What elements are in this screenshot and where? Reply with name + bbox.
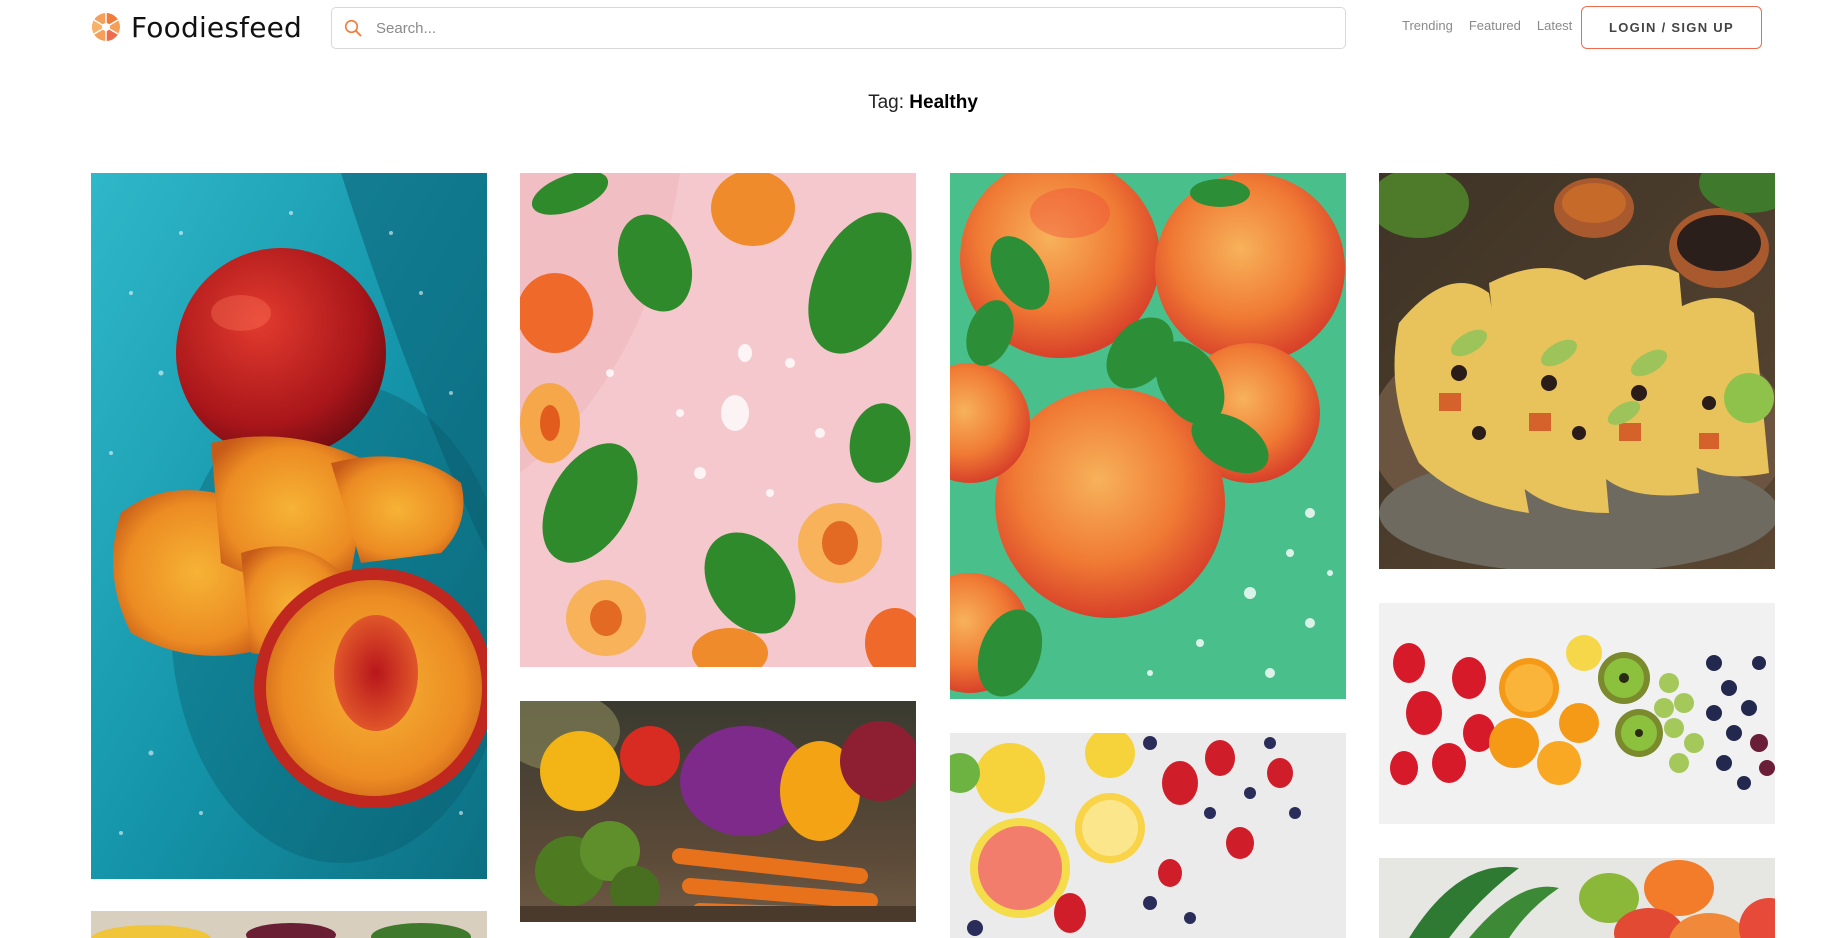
brand-name: Foodiesfeed [131,10,303,44]
photo-tile-citrus-berries[interactable] [950,733,1346,938]
fruit-row-photo-icon [1379,603,1775,824]
tag-name: Healthy [909,92,978,113]
photo-tile-apricots[interactable] [520,173,916,667]
photo-tile-fruit-row[interactable] [1379,603,1775,824]
main-nav: Trending Featured Latest [1402,18,1572,33]
photo-tile-fruit-bowl[interactable] [91,911,487,938]
tag-prefix: Tag: [868,92,904,113]
login-signup-button[interactable]: LOGIN / SIGN UP [1581,6,1762,49]
photo-tile-peaches-mint[interactable] [950,173,1346,699]
nav-latest-link[interactable]: Latest [1537,18,1572,33]
nav-featured-link[interactable]: Featured [1469,18,1521,33]
search-bar[interactable] [331,7,1346,49]
vegetables-photo-icon [520,701,916,922]
search-icon[interactable] [332,8,374,48]
peach-mint-photo-icon [950,173,1346,699]
citrus-berries-photo-icon [950,733,1346,938]
peach-photo-icon [91,173,487,879]
brand-logo[interactable]: Foodiesfeed [91,10,303,44]
photo-tile-peaches[interactable] [91,173,487,879]
fruit-bowl-photo-icon [91,911,487,938]
photo-tile-tacos[interactable] [1379,173,1775,569]
photo-tile-vegetables[interactable] [520,701,916,922]
site-header: Foodiesfeed Trending Featured Latest LOG… [0,0,1846,60]
logo-icon [92,13,120,41]
nav-trending-link[interactable]: Trending [1402,18,1453,33]
apricot-photo-icon [520,173,916,667]
page-title: Tag: Healthy [0,92,1846,114]
photo-tile-tropical-fruit[interactable] [1379,858,1775,938]
tropical-fruit-photo-icon [1379,858,1775,938]
search-input[interactable] [374,9,1314,47]
tacos-photo-icon [1379,173,1775,569]
